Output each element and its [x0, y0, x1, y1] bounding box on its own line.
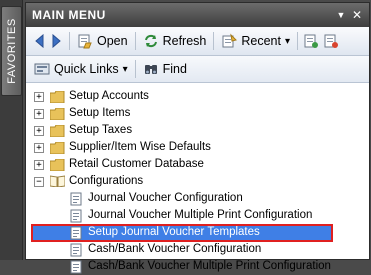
favorites-strip: FAVORITES: [0, 0, 23, 260]
tree-item-label: Setup Journal Voucher Templates: [88, 226, 260, 238]
favorites-tab-label: FAVORITES: [5, 18, 18, 84]
refresh-icon: [144, 34, 157, 48]
toolbar-separator: [134, 60, 136, 78]
tree-item-label: Cash/Bank Voucher Multiple Print Configu…: [88, 260, 331, 272]
window-title: MAIN MENU: [32, 8, 106, 22]
find-button[interactable]: Find: [139, 58, 191, 80]
expand-icon[interactable]: +: [34, 109, 44, 119]
secondary-toolbar: Quick Links ▾ Find: [26, 56, 369, 83]
tree-item-setup-accounts[interactable]: + Setup Accounts: [26, 89, 366, 105]
remove-favorite-button[interactable]: [321, 30, 341, 52]
tree-item-label: Journal Voucher Multiple Print Configura…: [88, 209, 313, 221]
expand-icon[interactable]: +: [34, 126, 44, 136]
recent-button[interactable]: Recent ▾: [217, 30, 294, 52]
menu-tree: + Setup Accounts + Setup Items + Setup T…: [26, 83, 369, 274]
refresh-button[interactable]: Refresh: [139, 30, 211, 52]
tree-item-retail-customer-database[interactable]: + Retail Customer Database: [26, 157, 366, 173]
close-icon[interactable]: ✕: [349, 8, 365, 22]
binoculars-icon: [144, 65, 157, 74]
tree-item-label: Setup Accounts: [69, 90, 149, 102]
tree-item-cash-bank-voucher-multiple-print-configuration[interactable]: Cash/Bank Voucher Multiple Print Configu…: [26, 259, 366, 275]
quick-links-label: Quick Links: [54, 62, 119, 76]
toolbar-separator: [69, 32, 70, 50]
toolbar-separator: [297, 32, 299, 50]
tree-item-journal-voucher-configuration[interactable]: Journal Voucher Configuration: [26, 191, 366, 207]
open-label: Open: [97, 34, 128, 48]
expand-icon[interactable]: +: [34, 143, 44, 153]
add-favorite-button[interactable]: [301, 30, 321, 52]
folder-icon: [50, 108, 65, 120]
open-button[interactable]: Open: [73, 30, 132, 52]
collapse-icon[interactable]: −: [34, 177, 44, 187]
tree-item-label: Supplier/Item Wise Defaults: [69, 141, 211, 153]
folder-icon: [50, 159, 65, 171]
forward-button[interactable]: [50, 30, 66, 52]
expand-icon[interactable]: +: [34, 92, 44, 102]
tree-item-supplier-item-wise-defaults[interactable]: + Supplier/Item Wise Defaults: [26, 140, 366, 156]
add-favorite-icon: [304, 34, 319, 48]
favorites-tab[interactable]: FAVORITES: [1, 6, 22, 96]
tree-item-label: Setup Items: [69, 107, 131, 119]
recent-label: Recent: [241, 34, 281, 48]
quick-links-icon: [34, 63, 50, 75]
tree-item-cash-bank-voucher-configuration[interactable]: Cash/Bank Voucher Configuration: [26, 242, 366, 258]
back-button[interactable]: [30, 30, 50, 52]
remove-favorite-icon: [324, 34, 339, 48]
tree-item-label: Retail Customer Database: [69, 158, 204, 170]
refresh-label: Refresh: [162, 34, 207, 48]
expand-icon[interactable]: +: [34, 160, 44, 170]
find-label: Find: [162, 62, 187, 76]
title-bar: MAIN MENU ▼ ✕: [26, 3, 369, 27]
tree-item-label: Journal Voucher Configuration: [88, 192, 243, 204]
recent-icon: [222, 33, 238, 48]
open-book-icon: [50, 175, 65, 187]
tree-item-configurations[interactable]: − Configurations: [26, 174, 366, 190]
tree-item-label: Setup Taxes: [69, 124, 133, 136]
tree-item-setup-journal-voucher-templates[interactable]: Setup Journal Voucher Templates: [31, 224, 333, 242]
recent-dropdown-icon[interactable]: ▾: [285, 36, 290, 47]
quick-links-dropdown-icon[interactable]: ▾: [123, 64, 128, 75]
folder-icon: [50, 142, 65, 154]
tree-item-journal-voucher-multiple-print-configuration[interactable]: Journal Voucher Multiple Print Configura…: [26, 208, 366, 224]
document-icon: [70, 209, 82, 223]
tree-item-label: Cash/Bank Voucher Configuration: [88, 243, 262, 255]
tree-item-setup-items[interactable]: + Setup Items: [26, 106, 366, 122]
main-menu-panel: MAIN MENU ▼ ✕ Open Refresh Recent ▾ Quic…: [25, 2, 370, 274]
forward-arrow-icon: [52, 34, 61, 48]
tree-item-label: Configurations: [69, 175, 144, 187]
folder-icon: [50, 91, 65, 103]
folder-icon: [50, 125, 65, 137]
quick-links-button[interactable]: Quick Links ▾: [30, 58, 132, 80]
pin-dropdown-icon[interactable]: ▼: [333, 10, 349, 20]
document-icon: [70, 260, 82, 274]
tree-item-setup-taxes[interactable]: + Setup Taxes: [26, 123, 366, 139]
toolbar-separator: [213, 32, 215, 50]
document-icon: [70, 226, 82, 240]
open-icon: [78, 34, 92, 49]
document-icon: [70, 243, 82, 257]
document-icon: [70, 192, 82, 206]
toolbar-separator: [134, 32, 136, 50]
main-toolbar: Open Refresh Recent ▾: [26, 27, 369, 56]
back-arrow-icon: [35, 34, 44, 48]
